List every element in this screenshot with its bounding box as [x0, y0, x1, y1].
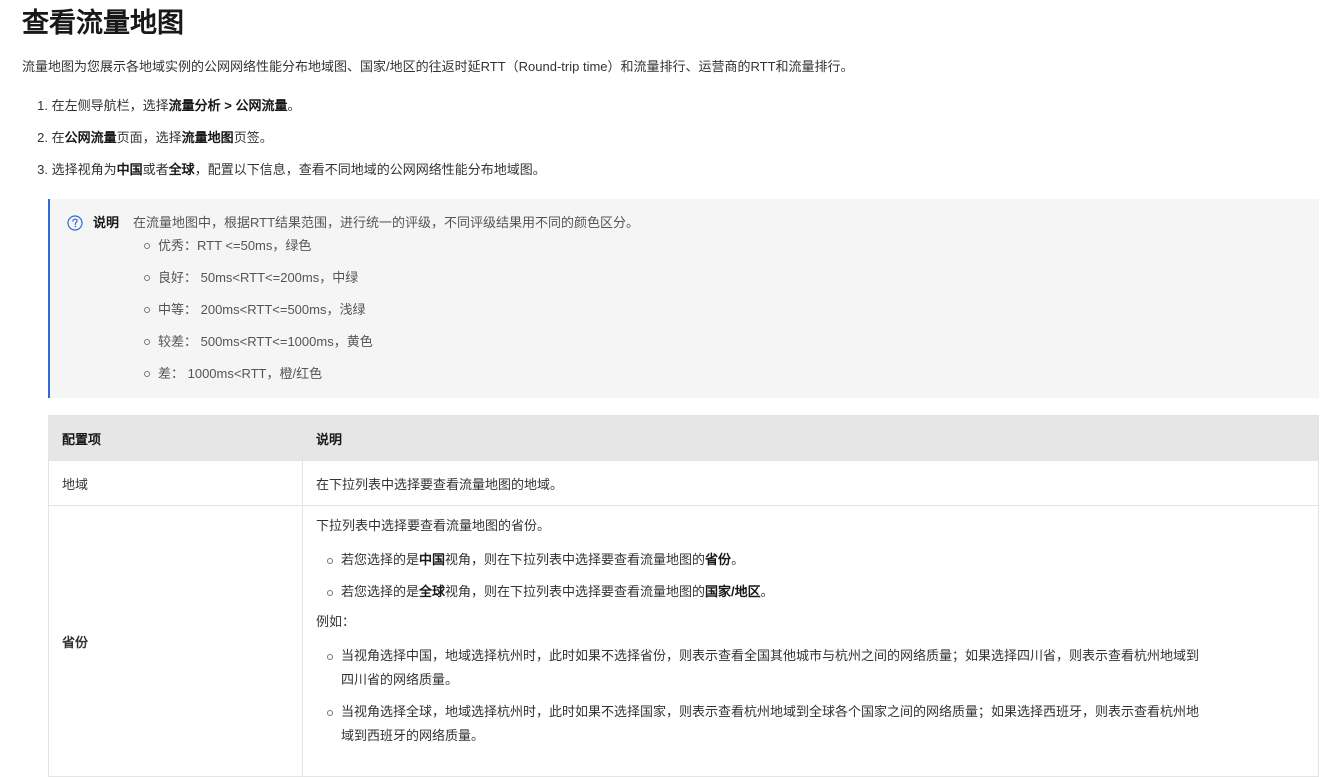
rating-text: 差： 1000ms<RTT，橙/红色: [158, 366, 323, 381]
step-text: 或者: [142, 162, 169, 177]
step-number: 1.: [37, 98, 48, 113]
rating-text: 良好： 50ms<RTT<=200ms，中绿: [158, 270, 359, 285]
bullet-icon: [144, 275, 150, 281]
example-list: 当视角选择中国，地域选择杭州时，此时如果不选择省份，则表示查看全国其他城市与杭州…: [316, 644, 1305, 748]
bullet-icon: [144, 339, 150, 345]
item-bold: 全球: [419, 584, 446, 599]
item-text: 视角，则在下拉列表中选择要查看流量地图的: [445, 584, 706, 599]
step-text: ，配置以下信息，查看不同地域的公网网络性能分布地域图。: [194, 162, 546, 177]
rating-text: 较差： 500ms<RTT<=1000ms，黄色: [158, 334, 373, 349]
item-bold: 省份: [705, 552, 732, 567]
bullet-icon: [327, 710, 333, 716]
config-desc: 在下拉列表中选择要查看流量地图的地域。: [302, 460, 1319, 506]
step-item: 3. 选择视角为中国或者全球，配置以下信息，查看不同地域的公网网络性能分布地域图…: [22, 160, 546, 192]
step-bold: 流量地图: [181, 130, 234, 145]
item-text: 。: [760, 584, 774, 599]
step-text: 页签。: [233, 130, 273, 145]
step-bold: 全球: [168, 162, 195, 177]
doc-page: 查看流量地图 流量地图为您展示各地域实例的公网网络性能分布地域图、国家/地区的往…: [0, 0, 1334, 777]
example-label: 例如：: [316, 614, 356, 629]
column-header: 配置项: [48, 415, 303, 461]
rating-text: 优秀：RTT <=50ms，绿色: [158, 238, 312, 253]
list-item: 当视角选择全球，地域选择杭州时，此时如果不选择国家，则表示查看杭州地域到全球各个…: [316, 700, 1305, 748]
item-text: 当视角选择中国，地域选择杭州时，此时如果不选择省份，则表示查看全国其他城市与杭州…: [341, 648, 1200, 663]
column-header: 说明: [302, 415, 1319, 461]
step-number: 2.: [37, 130, 48, 145]
step-bold: 公网流量: [64, 130, 117, 145]
config-desc: 下拉列表中选择要查看流量地图的省份。 若您选择的是中国视角，则在下拉列表中选择要…: [302, 505, 1319, 777]
item-text: 域到西班牙的网络质量。: [341, 728, 485, 743]
view-list: 若您选择的是中国视角，则在下拉列表中选择要查看流量地图的省份。 若您选择的是全球…: [316, 548, 1305, 604]
config-name: 地域: [48, 460, 303, 506]
note-box: 说明 在流量地图中，根据RTT结果范围，进行统一的评级，不同评级结果用不同的颜色…: [48, 199, 1319, 398]
rating-item: 较差： 500ms<RTT<=1000ms，黄色: [144, 332, 373, 364]
bullet-icon: [144, 307, 150, 313]
step-text: 。: [287, 98, 301, 113]
item-bold: 国家/地区: [705, 584, 761, 599]
rating-item: 差： 1000ms<RTT，橙/红色: [144, 364, 373, 396]
note-text: 在流量地图中，根据RTT结果范围，进行统一的评级，不同评级结果用不同的颜色区分。: [133, 215, 640, 230]
rating-item: 优秀：RTT <=50ms，绿色: [144, 236, 373, 268]
desc-text: 下拉列表中选择要查看流量地图的省份。: [316, 518, 551, 533]
step-text: 页面，选择: [116, 130, 182, 145]
steps-list: 1. 在左侧导航栏，选择流量分析 > 公网流量。 2. 在公网流量页面，选择流量…: [22, 96, 546, 192]
table-row: 地域 在下拉列表中选择要查看流量地图的地域。: [48, 460, 1319, 506]
step-number: 3.: [37, 162, 48, 177]
step-text: 在: [51, 130, 65, 145]
table-header-row: 配置项 说明: [48, 415, 1319, 461]
step-text: 在左侧导航栏，选择: [51, 98, 169, 113]
list-item: 若您选择的是全球视角，则在下拉列表中选择要查看流量地图的国家/地区。: [316, 580, 1305, 604]
item-text: 当视角选择全球，地域选择杭州时，此时如果不选择国家，则表示查看杭州地域到全球各个…: [341, 704, 1200, 719]
bullet-icon: [327, 558, 333, 564]
rating-text: 中等： 200ms<RTT<=500ms，浅绿: [158, 302, 366, 317]
bullet-icon: [144, 243, 150, 249]
item-text: 若您选择的是: [341, 552, 420, 567]
config-name: 省份: [48, 505, 303, 777]
question-circle-icon: [67, 215, 83, 231]
page-title: 查看流量地图: [22, 8, 184, 38]
rating-list: 优秀：RTT <=50ms，绿色 良好： 50ms<RTT<=200ms，中绿 …: [144, 236, 373, 396]
rating-item: 良好： 50ms<RTT<=200ms，中绿: [144, 268, 373, 300]
step-bold: 流量分析 > 公网流量: [168, 98, 288, 113]
note-label: 说明: [93, 215, 120, 230]
rating-item: 中等： 200ms<RTT<=500ms，浅绿: [144, 300, 373, 332]
step-bold: 中国: [116, 162, 143, 177]
step-text: 选择视角为: [51, 162, 117, 177]
item-text: 视角，则在下拉列表中选择要查看流量地图的: [445, 552, 706, 567]
step-item: 1. 在左侧导航栏，选择流量分析 > 公网流量。: [22, 96, 546, 128]
table-row: 省份 下拉列表中选择要查看流量地图的省份。 若您选择的是中国视角，则在下拉列表中…: [48, 505, 1319, 777]
bullet-icon: [327, 654, 333, 660]
intro-paragraph: 流量地图为您展示各地域实例的公网网络性能分布地域图、国家/地区的往返时延RTT（…: [22, 59, 854, 74]
list-item: 当视角选择中国，地域选择杭州时，此时如果不选择省份，则表示查看全国其他城市与杭州…: [316, 644, 1305, 692]
config-table: 配置项 说明 地域 在下拉列表中选择要查看流量地图的地域。 省份 下拉列表中选择…: [48, 415, 1319, 777]
item-bold: 中国: [419, 552, 446, 567]
bullet-icon: [327, 590, 333, 596]
item-text: 若您选择的是: [341, 584, 420, 599]
item-text: 。: [731, 552, 745, 567]
item-text: 四川省的网络质量。: [341, 672, 459, 687]
list-item: 若您选择的是中国视角，则在下拉列表中选择要查看流量地图的省份。: [316, 548, 1305, 572]
bullet-icon: [144, 371, 150, 377]
step-item: 2. 在公网流量页面，选择流量地图页签。: [22, 128, 546, 160]
